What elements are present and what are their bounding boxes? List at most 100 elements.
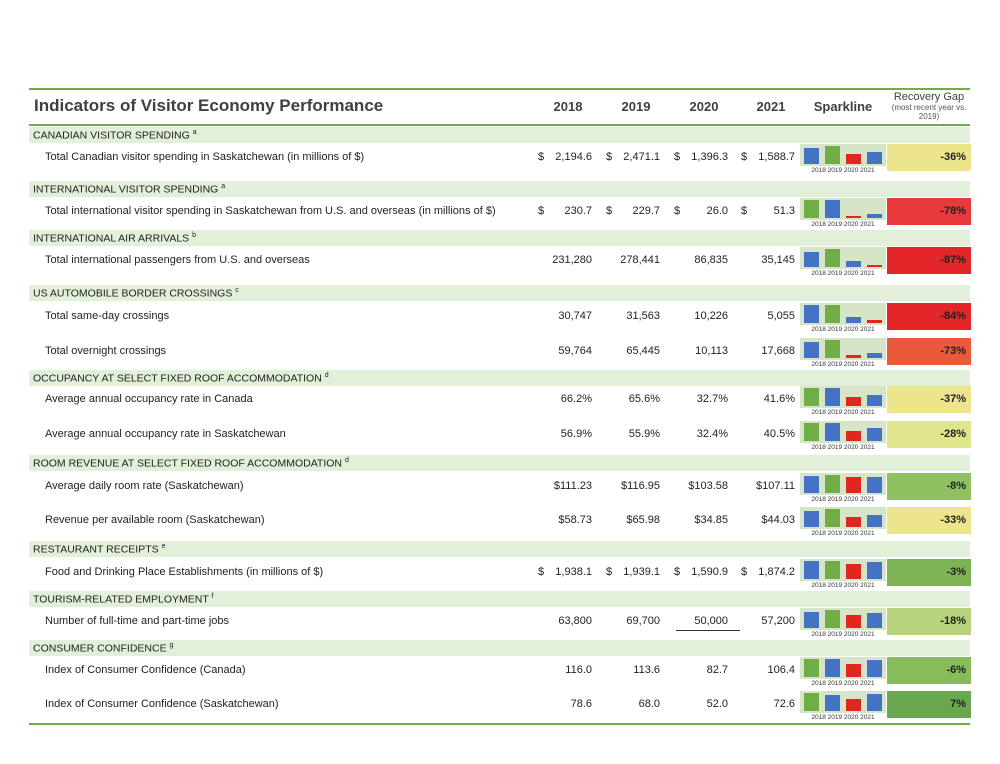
sparkline (800, 338, 886, 360)
sparkline-bar-2021 (867, 395, 882, 406)
sparkline-bar-2020 (846, 564, 861, 579)
value-number: $103.58 (688, 480, 728, 492)
value-cell-2019: 113.6 (606, 664, 666, 678)
recovery-gap-cell: -8% (887, 473, 971, 500)
currency-symbol: $ (538, 205, 545, 217)
value-number: 65,445 (626, 345, 660, 357)
year-header-2020: 2020 (689, 99, 719, 114)
value-cell-2020: 50,000 (674, 615, 734, 629)
category-title: INTERNATIONAL AIR ARRIVALS (33, 232, 190, 245)
category-label: CANADIAN VISITOR SPENDING a (33, 129, 197, 142)
sparkline-bar-2020 (846, 216, 861, 218)
indicator-label: Index of Consumer Confidence (Saskatchew… (45, 698, 279, 710)
footnote-marker: a (192, 129, 197, 136)
value-cell-2019: $1,939.1 (606, 566, 666, 580)
category-label: INTERNATIONAL VISITOR SPENDING a (33, 183, 225, 196)
sparkline-bar-2020 (846, 699, 861, 711)
recovery-gap-cell: -73% (887, 338, 971, 365)
value-number: 231,280 (552, 254, 592, 266)
value-number: 26.0 (706, 205, 728, 217)
sparkline (800, 247, 886, 269)
currency-symbol: $ (674, 566, 681, 578)
header-rule (29, 124, 970, 126)
sparkline-bar-2019 (825, 305, 840, 323)
value-number: 52.0 (706, 698, 728, 710)
value-number: 229.7 (632, 205, 660, 217)
sparkline-bar-2020 (846, 477, 861, 493)
value-number: 40.5% (763, 428, 795, 440)
category-label: TOURISM-RELATED EMPLOYMENT f (33, 593, 213, 606)
value-number: 65.6% (628, 393, 660, 405)
sparkline-bar-2020 (846, 664, 861, 677)
value-number: $58.73 (558, 514, 592, 526)
value-cell-2019: $65.98 (606, 514, 666, 528)
category-label: ROOM REVENUE AT SELECT FIXED ROOF ACCOMM… (33, 457, 349, 470)
footnote-marker: g (169, 642, 174, 649)
value-cell-2021: 57,200 (741, 615, 801, 629)
sparkline-bar-2020 (846, 397, 861, 406)
currency-symbol: $ (606, 151, 613, 163)
value-cell-2018: 56.9% (538, 428, 598, 442)
recovery-gap-cell: 7% (887, 691, 971, 718)
value-cell-2021: $44.03 (741, 514, 801, 528)
recovery-gap-cell: -3% (887, 559, 971, 586)
sparkline-bar-2021 (867, 152, 882, 164)
sparkline-bar-2021 (867, 613, 882, 628)
sparkline-bar-2021 (867, 660, 882, 677)
value-cell-2021: $1,588.7 (741, 151, 801, 165)
value-cell-2018: 78.6 (538, 698, 598, 712)
recovery-gap-cell: -37% (887, 386, 971, 413)
sparkline-bar-2021 (867, 477, 882, 493)
value-cell-2019: 65.6% (606, 393, 666, 407)
category-title: TOURISM-RELATED EMPLOYMENT (33, 593, 209, 606)
value-cell-2021: 41.6% (741, 393, 801, 407)
value-cell-2020: $34.85 (674, 514, 734, 528)
value-cell-2018: $1,938.1 (538, 566, 598, 580)
category-band (29, 541, 970, 557)
value-cell-2021: 106.4 (741, 664, 801, 678)
value-number: 32.7% (696, 393, 728, 405)
sparkline-year-labels: 2018 2019 2020 2021 (811, 631, 875, 638)
sparkline-bar-2019 (825, 561, 840, 579)
value-number: 50,000 (694, 615, 728, 627)
value-number: 278,441 (620, 254, 660, 266)
value-cell-2019: $2,471.1 (606, 151, 666, 165)
value-number: 10,226 (694, 310, 728, 322)
currency-symbol: $ (538, 151, 545, 163)
value-number: $34.85 (694, 514, 728, 526)
value-cell-2020: $103.58 (674, 480, 734, 494)
recovery-gap-cell: -87% (887, 247, 971, 274)
value-number: 68.0 (638, 698, 660, 710)
value-number: 86,835 (694, 254, 728, 266)
value-cell-2020: $26.0 (674, 205, 734, 219)
value-underline (676, 630, 740, 631)
sparkline-bar-2019 (825, 340, 840, 358)
value-number: 51.3 (773, 205, 795, 217)
indicator-label: Average annual occupancy rate in Saskatc… (45, 428, 286, 440)
category-title: RESTAURANT RECEIPTS (33, 543, 159, 556)
sparkline-bar-2019 (825, 146, 840, 164)
currency-symbol: $ (741, 566, 748, 578)
value-cell-2019: 68.0 (606, 698, 666, 712)
category-title: US AUTOMOBILE BORDER CROSSINGS (33, 287, 233, 300)
sparkline-bar-2019 (825, 388, 840, 406)
value-cell-2021: $51.3 (741, 205, 801, 219)
sparkline (800, 198, 886, 220)
value-cell-2020: 52.0 (674, 698, 734, 712)
sparkline-bar-2020 (846, 154, 861, 164)
category-title: CONSUMER CONFIDENCE (33, 642, 167, 655)
value-cell-2019: 55.9% (606, 428, 666, 442)
category-title: ROOM REVENUE AT SELECT FIXED ROOF ACCOMM… (33, 457, 343, 470)
value-number: 1,590.9 (691, 566, 728, 578)
category-title: CANADIAN VISITOR SPENDING (33, 129, 190, 142)
value-cell-2018: 116.0 (538, 664, 598, 678)
value-number: 113.6 (633, 664, 660, 676)
value-cell-2018: $230.7 (538, 205, 598, 219)
sparkline (800, 608, 886, 630)
sparkline (800, 559, 886, 581)
value-number: 63,800 (558, 615, 592, 627)
sparkline-bar-2019 (825, 200, 840, 218)
recovery-gap-cell: -78% (887, 198, 971, 225)
sparkline-bar-2020 (846, 517, 861, 527)
value-cell-2018: 30,747 (538, 310, 598, 324)
